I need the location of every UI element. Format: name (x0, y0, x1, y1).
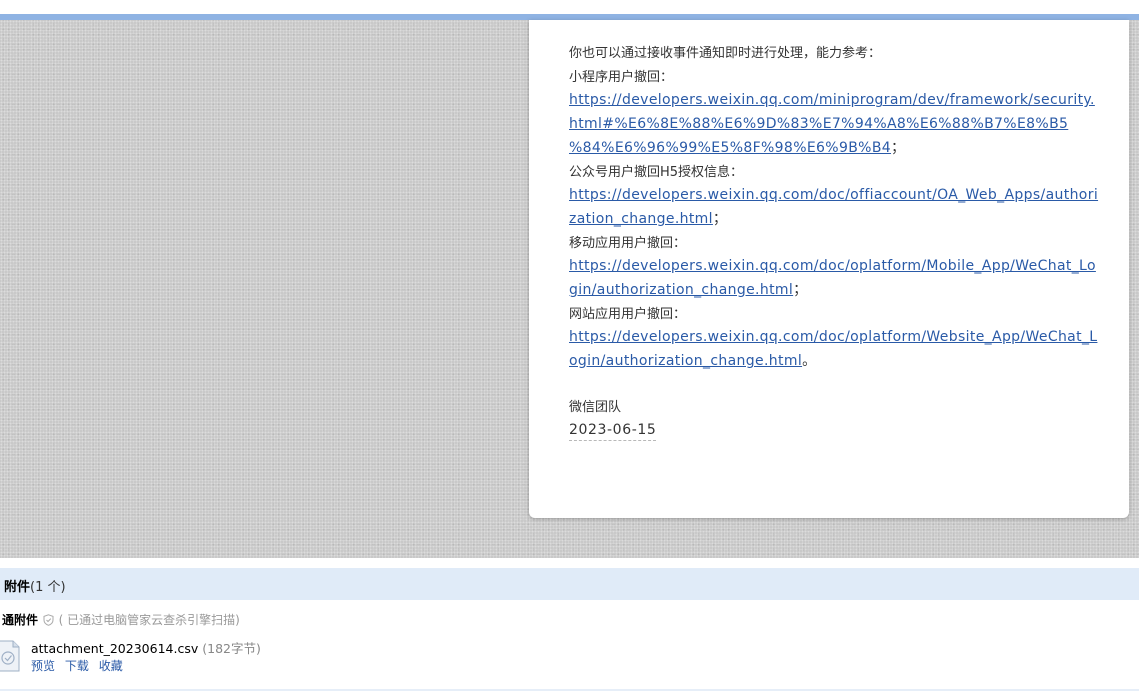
attachments-title: 附件(1 个) (4, 576, 66, 595)
attachment-file: attachment_20230614.csv (182字节) (31, 638, 261, 657)
attachment-actions: 预览 下载 收藏 (31, 657, 129, 674)
link-miniprogram[interactable]: https://developers.weixin.qq.com/minipro… (569, 92, 1095, 108)
link-miniprogram[interactable]: html#%E6%8E%88%E6%9D%83%E7%94%A8%E6%88%B… (569, 116, 1068, 132)
link-official-account[interactable]: zation_change.html (569, 211, 713, 227)
link-miniprogram[interactable]: %84%E6%96%99%E5%8F%98%E6%9B%B4 (569, 140, 891, 156)
normal-attachments-row: 通附件 ( 已通过电脑管家云查杀引擎扫描) (2, 611, 240, 628)
link-website-app[interactable]: https://developers.weixin.qq.com/doc/opl… (569, 329, 1097, 345)
section-label-website-app: 网站应用用户撤回： (569, 306, 687, 322)
section-label-mobile-app: 移动应用用户撤回： (569, 235, 687, 251)
mail-body: 你也可以通过接收事件通知即时进行处理，能力参考： 小程序用户撤回： https:… (569, 42, 1098, 374)
punctuation: ； (891, 139, 906, 156)
link-official-account[interactable]: https://developers.weixin.qq.com/doc/off… (569, 187, 1098, 203)
favorite-link[interactable]: 收藏 (99, 659, 123, 673)
bottom-divider (0, 689, 1139, 691)
attachment-file-size: (182字节) (202, 641, 261, 656)
link-mobile-app[interactable]: https://developers.weixin.qq.com/doc/opl… (569, 258, 1096, 274)
download-link[interactable]: 下载 (65, 659, 89, 673)
signature-name: 微信团队 (569, 400, 622, 415)
attachments-header: 附件(1 个) (0, 568, 1139, 600)
punctuation: ； (712, 210, 727, 227)
link-website-app[interactable]: ogin/authorization_change.html (569, 353, 802, 369)
preview-link[interactable]: 预览 (31, 659, 55, 673)
punctuation: ； (793, 282, 808, 299)
link-mobile-app[interactable]: gin/authorization_change.html (569, 282, 793, 298)
section-label-miniprogram: 小程序用户撤回： (569, 69, 674, 85)
top-bar (0, 0, 1139, 14)
attachments-label: 附件 (4, 580, 31, 595)
normal-attachments-label: 通附件 (2, 613, 39, 627)
signature-block: 微信团队 2023-06-15 (569, 396, 657, 442)
attachments-count: (1 个) (30, 580, 66, 595)
section-label-official-account: 公众号用户撤回H5授权信息： (569, 164, 744, 180)
punctuation: 。 (802, 353, 817, 370)
mail-content-card: 你也可以通过接收事件通知即时进行处理，能力参考： 小程序用户撤回： https:… (529, 20, 1129, 518)
file-icon[interactable] (0, 640, 20, 672)
attachment-file-name[interactable]: attachment_20230614.csv (31, 641, 198, 656)
scan-note: ( 已通过电脑管家云查杀引擎扫描) (58, 613, 240, 627)
shield-icon (43, 614, 54, 626)
intro-text: 你也可以通过接收事件通知即时进行处理，能力参考： (569, 46, 882, 61)
signature-date[interactable]: 2023-06-15 (569, 420, 657, 441)
